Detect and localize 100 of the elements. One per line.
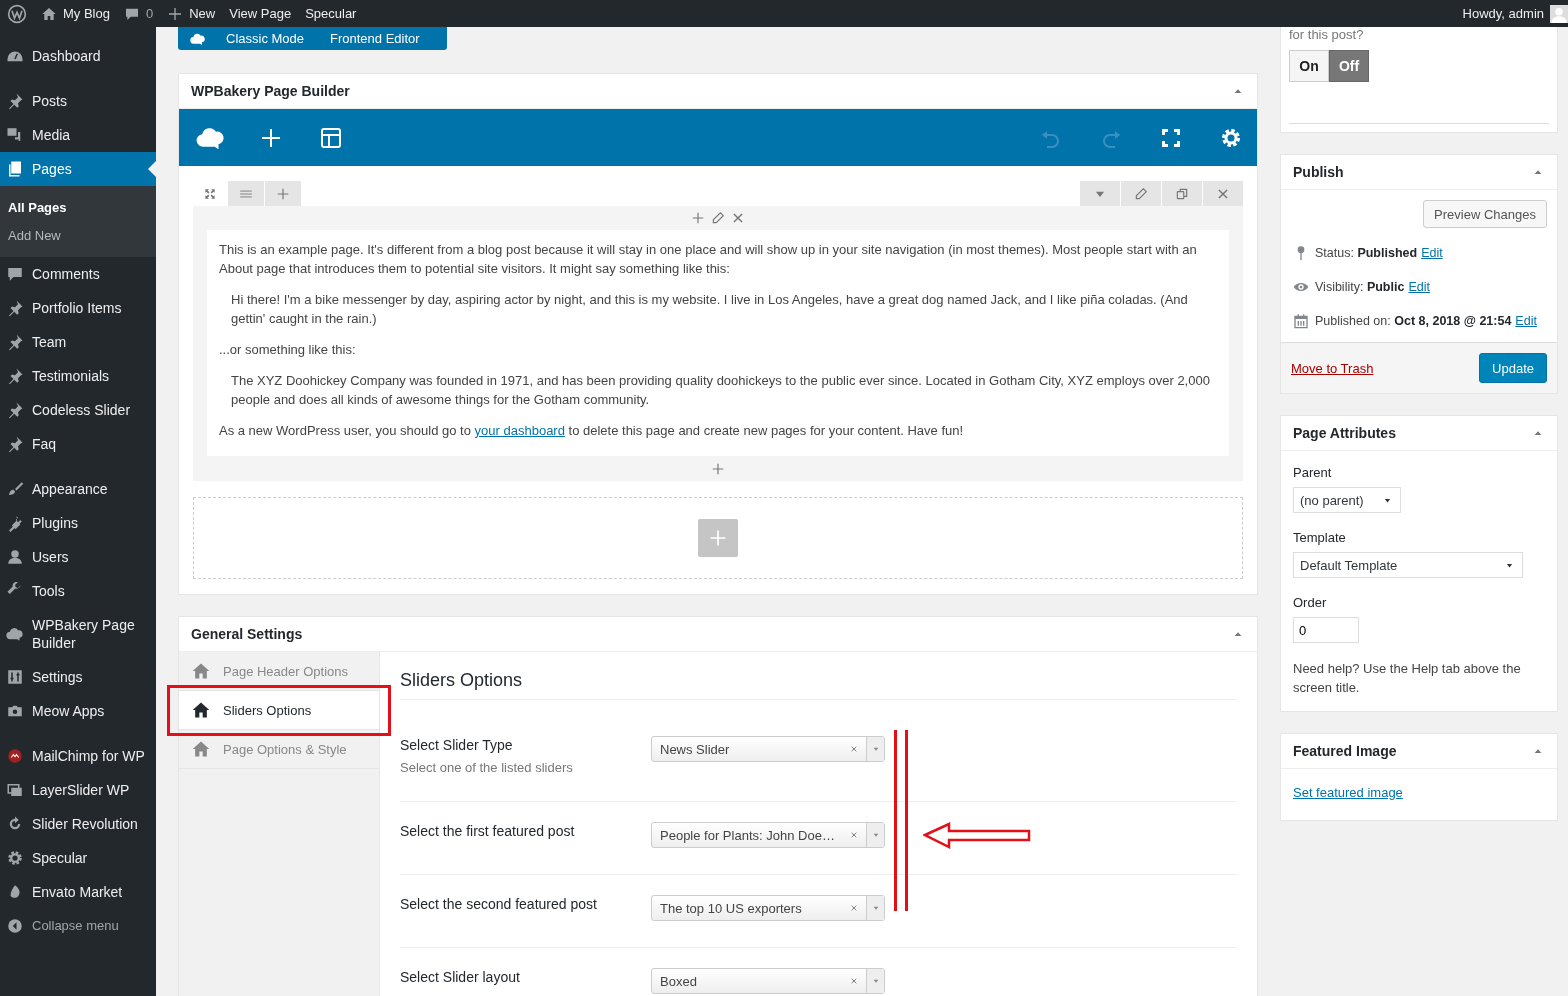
site-name-link[interactable]: My Blog (34, 0, 117, 27)
home-icon (191, 739, 211, 759)
menu-item[interactable]: Team (0, 325, 156, 359)
menu-item[interactable]: LayerSlider WP (0, 773, 156, 807)
plus-icon (167, 5, 184, 22)
plug-icon (6, 514, 24, 532)
order-input[interactable]: 0 (1293, 617, 1359, 643)
menu-item[interactable]: Codeless Slider (0, 393, 156, 427)
new-link[interactable]: New (160, 0, 223, 27)
menu-item[interactable]: Comments (0, 257, 156, 291)
pin-icon (6, 435, 24, 453)
menu-item[interactable]: Envato Market (0, 875, 156, 909)
field-label: Select the first featured post (400, 822, 576, 840)
caret-down-icon (871, 745, 880, 753)
pencil-icon (711, 211, 725, 225)
clear-icon (850, 745, 858, 753)
account-menu[interactable]: Howdy, admin (1455, 0, 1568, 27)
plus-icon (708, 528, 728, 548)
toggle-option[interactable]: Off (1329, 50, 1369, 82)
field-label: Template (1293, 530, 1347, 545)
copy-icon (1175, 186, 1189, 201)
menu-item[interactable]: Portfolio Items (0, 291, 156, 325)
menu-item[interactable]: Tools (0, 574, 156, 608)
menu-item[interactable]: Media (0, 118, 156, 152)
field-label: Order (1293, 595, 1328, 610)
submenu-item[interactable]: All Pages (0, 193, 156, 221)
panel-title: Publish (1293, 164, 1344, 180)
comment-icon (6, 265, 24, 283)
edit-link[interactable]: Edit (1421, 246, 1443, 260)
home-icon (191, 700, 211, 720)
view-page-link[interactable]: View Page (222, 0, 299, 27)
collapse-icon (6, 917, 24, 935)
pin-icon (6, 299, 24, 317)
select-field[interactable]: The top 10 US exporters (651, 895, 885, 921)
pencil-icon (1134, 186, 1148, 201)
clear-icon (850, 904, 858, 912)
help-text: Need help? Use the Help tab above the screen title. (1293, 660, 1522, 697)
menu-item[interactable]: Meow Apps (0, 694, 156, 728)
question-text: for this post? (1289, 27, 1365, 43)
select-field[interactable]: (no parent) (1293, 487, 1401, 513)
menu-item[interactable]: Faq (0, 427, 156, 461)
move-to-trash-link[interactable]: Move to Trash (1291, 360, 1374, 376)
panel-title: General Settings (191, 626, 303, 642)
pages-icon (6, 160, 24, 178)
status-text: Visibility: Public (1315, 280, 1405, 294)
panel-title: WPBakery Page Builder (191, 83, 350, 99)
menu-item[interactable]: Slider Revolution (0, 807, 156, 841)
toggle-option[interactable]: On (1289, 50, 1329, 82)
logo-icon (7, 3, 27, 24)
clear-icon (850, 977, 858, 985)
caret-down-icon (871, 831, 880, 839)
pencil-button[interactable] (1121, 181, 1161, 206)
home-icon (41, 5, 57, 22)
menu-item[interactable]: Users (0, 540, 156, 574)
select-field[interactable]: News Slider (651, 736, 885, 762)
menu-item[interactable]: Posts (0, 84, 156, 118)
menu-item[interactable]: Pages (0, 152, 156, 186)
menu-item[interactable]: Settings (0, 660, 156, 694)
plus-icon (276, 186, 290, 201)
home-icon (191, 661, 211, 681)
move-icon (203, 186, 217, 201)
select-field[interactable]: People for Plants: John Doe… (651, 822, 885, 848)
calendar-icon (1293, 313, 1309, 329)
submenu-item[interactable]: Add New (0, 221, 156, 249)
paragraph: As a new WordPress user, you should go to your dashboard to delete this page and create new pages for your content. Have fun! (219, 422, 965, 440)
select-field[interactable]: Default Template (1293, 552, 1523, 578)
field-hint: Select one of the listed sliders (400, 760, 574, 775)
drag-handle-button[interactable] (228, 181, 264, 206)
layout-icon (319, 125, 343, 150)
theme-link[interactable]: Specular (298, 0, 364, 27)
editor-mode-link[interactable]: Classic Mode (226, 31, 305, 46)
tab[interactable]: Sliders Options (179, 691, 379, 730)
editor-mode-link[interactable]: Frontend Editor (330, 31, 420, 46)
paragraph: This is an example page. It's different from a blog post because it will stay in one place and will show up in your site navigation (in most themes). Most people start with an About page that introduces them to potential site visitors. It might say something like this: (219, 241, 1198, 278)
menu-item[interactable]: Dashboard (0, 39, 156, 73)
caret-down-icon (871, 904, 880, 912)
set-featured-image-link[interactable]: Set featured image (1293, 785, 1403, 800)
clear-icon (850, 831, 858, 839)
menu-item[interactable]: Specular (0, 841, 156, 875)
close-icon (731, 211, 745, 225)
comments-link[interactable]: 0 (116, 0, 161, 27)
paragraph: ...or something like this: (219, 341, 357, 359)
menu-item[interactable]: WPBakery Page Builder (0, 608, 156, 660)
edit-link[interactable]: Edit (1515, 314, 1537, 328)
copy-button[interactable] (1162, 181, 1202, 206)
menu-item[interactable]: MailChimp for WP (0, 739, 156, 773)
close-icon (1216, 186, 1230, 201)
status-text: Status: Published (1315, 246, 1418, 260)
dashboard-link[interactable]: your dashboard (474, 423, 565, 438)
preview-changes-button[interactable]: Preview Changes (1423, 200, 1547, 228)
edit-link[interactable]: Edit (1408, 280, 1430, 294)
update-button[interactable]: Update (1479, 353, 1547, 383)
quote-paragraph: Hi there! I'm a bike messenger by day, aspiring actor by night, and this is my website. I live in Los Angeles, have a great dog named Jack, and I like piña coladas. (And gettin' caught in the rain.) (231, 291, 1189, 328)
menu-item[interactable]: Appearance (0, 472, 156, 506)
plus-icon (691, 211, 705, 225)
select-field[interactable]: Boxed (651, 968, 885, 994)
menu-item[interactable]: Plugins (0, 506, 156, 540)
field-label: Select Slider Type (400, 736, 514, 754)
collapse-menu-button[interactable]: Collapse menu (0, 909, 156, 943)
menu-item[interactable]: Testimonials (0, 359, 156, 393)
